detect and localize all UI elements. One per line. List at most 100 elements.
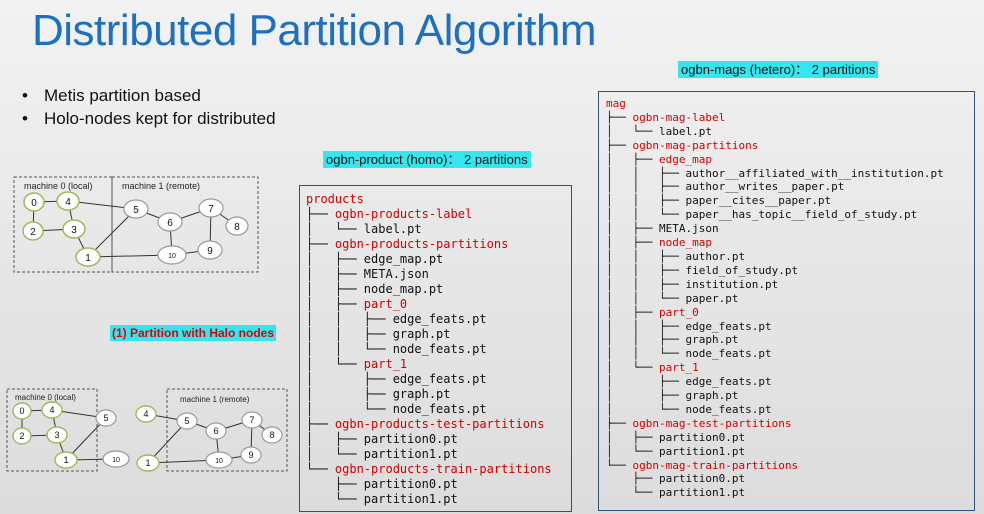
mag-dataset-tag: ogbn-mags (hetero)： 2 partitions (678, 61, 879, 78)
tree-line: │ └── node_feats.pt (306, 402, 571, 417)
node-label: 10 (112, 457, 120, 464)
tree-line: │ │ └── paper.pt (606, 292, 974, 306)
tree-folder-name: mag (606, 97, 626, 110)
tree-file-name: partition0.pt (658, 430, 746, 444)
tree-line: ├── ogbn-mag-label (606, 111, 974, 125)
tree-file-name: partition1.pt (658, 444, 746, 458)
tree-line: │ ├── META.json (306, 267, 571, 282)
tree-line: │ │ ├── edge_feats.pt (606, 320, 974, 334)
node-label: 4 (49, 405, 54, 415)
tree-line: │ └── part_1 (306, 357, 571, 372)
tree-branch: ├── (606, 110, 633, 124)
node-label: 5 (133, 205, 139, 216)
tree-file-name: edge_map.pt (363, 252, 444, 266)
node-label: 7 (249, 415, 254, 425)
tree-file-name: node_feats.pt (392, 402, 487, 416)
tree-branch: │ ├── (306, 297, 364, 311)
node-label: 0 (31, 198, 37, 209)
tree-file-name: edge_feats.pt (685, 319, 772, 333)
tree-line: │ ├── edge_map (606, 153, 974, 167)
tree-branch: │ │ └── (606, 208, 686, 222)
node-label: 10 (215, 458, 223, 465)
node-label: 2 (30, 227, 36, 238)
tree-file-name: paper__cites__paper.pt (685, 194, 832, 208)
tree-line: mag (606, 97, 974, 111)
tree-line: │ ├── partition0.pt (606, 431, 974, 445)
product-dataset-tag: ogbn-product (homo)： 2 partitions (323, 151, 531, 168)
tree-branch: │ │ ├── (606, 194, 686, 208)
node-label: 5 (184, 416, 189, 426)
node-label: 4 (65, 197, 71, 208)
tree-file-name: node_feats.pt (685, 347, 772, 361)
tree-branch: └── (606, 458, 633, 472)
tree-branch: │ └── (306, 222, 364, 236)
node-label: 9 (207, 246, 213, 257)
tree-branch: │ │ ├── (306, 327, 393, 341)
tree-line: └── partition1.pt (606, 486, 974, 500)
tree-file-name: author__affiliated_with__institution.pt (685, 166, 944, 180)
tree-folder-name: edge_map (658, 152, 712, 166)
tree-line: │ ├── node_map.pt (306, 282, 571, 297)
node-label: 8 (234, 222, 240, 233)
tree-file-name: graph.pt (685, 333, 739, 347)
tree-folder-name: node_map (658, 236, 712, 250)
tree-branch: │ ├── (606, 389, 686, 403)
tree-branch: └── (606, 486, 659, 500)
tree-line: │ │ ├── graph.pt (306, 327, 571, 342)
tree-branch: └── (306, 492, 364, 506)
tree-line: │ ├── part_0 (606, 306, 974, 320)
tree-line: ├── ogbn-mag-test-partitions (606, 417, 974, 431)
tree-folder-name: part_1 (363, 357, 408, 371)
partition-arrow-label: (1) Partition with Halo nodes (110, 325, 277, 341)
tree-line: │ │ ├── graph.pt (606, 333, 974, 347)
tree-line: │ │ ├── author__writes__paper.pt (606, 180, 974, 194)
tree-branch: │ └── (306, 402, 393, 416)
tree-line: │ ├── edge_feats.pt (306, 372, 571, 387)
tree-branch: │ │ ├── (606, 263, 686, 277)
tree-file-name: META.json (658, 222, 719, 236)
tree-branch: │ │ ├── (306, 312, 393, 326)
tree-line: ├── ogbn-products-test-partitions (306, 417, 571, 432)
machine1-label: machine 1 (remote) (122, 181, 200, 191)
node-label: 3 (54, 430, 59, 440)
tree-branch: │ │ ├── (606, 249, 686, 263)
node-label: 10 (168, 253, 176, 260)
tree-line: │ ├── part_0 (306, 297, 571, 312)
graph-diagram-bottom: machine 0 (local) machine 1 (remote) 0 4… (6, 388, 288, 472)
tree-file-name: author__writes__paper.pt (685, 180, 845, 194)
tree-file-name: paper.pt (685, 291, 739, 305)
tree-folder-name: ogbn-mag-label (632, 110, 726, 124)
tree-file-name: partition0.pt (658, 472, 746, 486)
tree-branch: │ ├── (306, 372, 393, 386)
tree-folder-name: part_0 (658, 305, 699, 319)
tree-file-name: edge_feats.pt (685, 375, 772, 389)
tree-line: │ │ ├── author.pt (606, 250, 974, 264)
tree-branch: │ └── (606, 444, 659, 458)
tree-line: │ └── label.pt (606, 125, 974, 139)
tree-file-name: graph.pt (392, 327, 451, 341)
tree-folder-name: part_0 (363, 297, 408, 311)
tree-file-name: node_feats.pt (685, 402, 772, 416)
tree-file-name: node_feats.pt (392, 342, 487, 356)
tree-file-name: graph.pt (392, 387, 451, 401)
tree-line: │ └── partition1.pt (606, 445, 974, 459)
tree-branch: ├── (306, 207, 335, 221)
tree-line: │ ├── graph.pt (306, 387, 571, 402)
tree-branch: │ └── (606, 402, 686, 416)
tree-line: │ │ ├── institution.pt (606, 278, 974, 292)
tree-file-name: label.pt (363, 222, 422, 236)
tree-line: │ │ ├── edge_feats.pt (306, 312, 571, 327)
tree-branch: │ └── (606, 361, 659, 375)
tree-branch: ├── (606, 138, 633, 152)
tree-branch: │ │ └── (606, 347, 686, 361)
tree-branch: ├── (306, 417, 335, 431)
tree-folder-name: ogbn-mag-test-partitions (632, 416, 792, 430)
tree-line: │ └── part_1 (606, 361, 974, 375)
tree-file-name: partition1.pt (658, 486, 746, 500)
tree-branch: │ │ ├── (606, 333, 686, 347)
tree-line: │ ├── META.json (606, 222, 974, 236)
tree-branch: │ ├── (606, 430, 659, 444)
tree-branch: │ └── (306, 447, 364, 461)
node-label: 5 (103, 413, 108, 423)
tree-file-name: partition1.pt (363, 492, 458, 506)
